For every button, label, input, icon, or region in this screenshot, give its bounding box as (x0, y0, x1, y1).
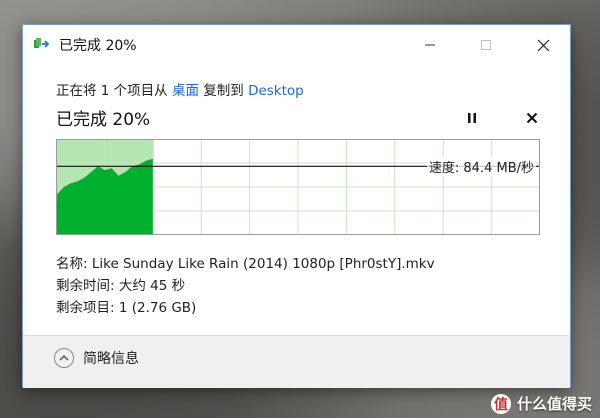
watermark-text: 什么值得买 (516, 395, 592, 413)
minimize-icon (425, 44, 435, 46)
pause-button[interactable] (460, 107, 484, 129)
copy-prefix: 正在将 1 个项目从 (56, 83, 172, 99)
maximize-icon (481, 40, 491, 50)
copy-files-icon (34, 38, 50, 48)
watermark-logo: 值 (490, 393, 511, 414)
cancel-icon (526, 112, 538, 124)
file-copy-dialog: 已完成 20% 正在将 1 个项目从 桌面 复制到 Desktop 已完成 20… (22, 24, 571, 388)
copy-description: 正在将 1 个项目从 桌面 复制到 Desktop (56, 79, 304, 99)
title-bar[interactable]: 已完成 20% (23, 25, 570, 63)
maximize-button[interactable] (463, 31, 509, 59)
pause-icon (468, 113, 476, 123)
transfer-speed-graph: 速度: 84.4 MB/秒 (56, 139, 540, 235)
fewer-details-toggle[interactable]: 简略信息 (54, 348, 139, 368)
window-title: 已完成 20% (59, 38, 137, 54)
file-name: 名称: Like Sunday Like Rain (2014) 1080p [… (56, 256, 435, 272)
close-button[interactable] (520, 31, 566, 59)
minimize-button[interactable] (407, 31, 453, 59)
watermark: 值 什么值得买 (490, 393, 592, 414)
items-remaining: 剩余项目: 1 (2.76 GB) (56, 300, 197, 316)
cancel-button[interactable] (520, 107, 544, 129)
close-icon (537, 39, 549, 51)
speed-label: 速度: 84.4 MB/秒 (426, 157, 536, 176)
dialog-footer: 简略信息 (23, 335, 570, 388)
fewer-details-label: 简略信息 (83, 351, 139, 367)
source-link[interactable]: 桌面 (172, 83, 199, 99)
copy-middle: 复制到 (198, 83, 249, 99)
chevron-up-icon (54, 348, 74, 368)
progress-status: 已完成 20% (56, 110, 151, 130)
time-remaining: 剩余时间: 大约 45 秒 (56, 278, 186, 294)
speed-graph-canvas (56, 139, 540, 235)
destination-link[interactable]: Desktop (248, 83, 304, 99)
